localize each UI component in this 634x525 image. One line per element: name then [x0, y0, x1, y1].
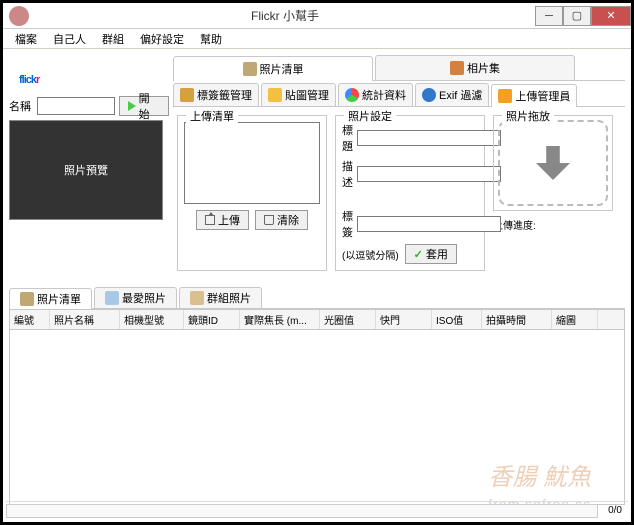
tag-input[interactable] [357, 216, 501, 232]
title-label: 標題 [342, 122, 353, 154]
col-name[interactable]: 照片名稱 [50, 310, 120, 329]
subtab-upload-mgr[interactable]: 上傳管理員 [491, 84, 577, 107]
btab-photo-list[interactable]: 照片清單 [9, 288, 92, 309]
tag-label: 標簽 [342, 208, 353, 240]
check-icon: ✓ [414, 248, 423, 261]
subtab-tag-mgr[interactable]: 標簽籤管理 [173, 83, 259, 106]
progressbar [6, 504, 598, 518]
desc-label: 描述 [342, 158, 353, 190]
col-lens[interactable]: 鏡頭ID [184, 310, 240, 329]
picture-icon [268, 88, 282, 102]
btab-favorites[interactable]: 最愛照片 [94, 287, 177, 308]
drop-zone[interactable] [498, 120, 608, 206]
menu-prefs[interactable]: 偏好設定 [134, 29, 190, 49]
subtab-stats[interactable]: 統計資料 [338, 83, 413, 106]
trash-icon [264, 215, 274, 225]
camera-icon [20, 292, 34, 306]
menu-help[interactable]: 幫助 [194, 29, 228, 49]
table-header: 編號 照片名稱 相機型號 鏡頭ID 實際焦長 (m... 光圈值 快門 ISO值… [10, 310, 624, 330]
subtab-pic-mgr[interactable]: 貼圖管理 [261, 83, 336, 106]
app-icon [9, 6, 29, 26]
photo-settings-group: 照片設定 標題 描述 標簽 (以逗號分隔) ✓套用 [335, 115, 485, 271]
titlebar: Flickr 小幫手 ─ ▢ ✕ [3, 3, 631, 29]
photo-preview: 照片預覽 [9, 120, 163, 220]
upload-list-group: 上傳清單 上傳 清除 [177, 115, 327, 271]
minimize-button[interactable]: ─ [535, 6, 563, 26]
upload-icon [205, 215, 215, 225]
btab-group-photos[interactable]: 群組照片 [179, 287, 262, 308]
drop-legend: 照片拖放 [502, 108, 554, 124]
desc-input[interactable] [357, 166, 501, 182]
apply-button[interactable]: ✓套用 [405, 244, 457, 264]
menu-file[interactable]: 檔案 [9, 29, 43, 49]
clear-button[interactable]: 清除 [255, 210, 308, 230]
play-icon [128, 101, 136, 111]
col-id[interactable]: 編號 [10, 310, 50, 329]
start-button[interactable]: 開始 [119, 96, 169, 116]
tab-photo-list[interactable]: 照片清單 [173, 56, 373, 81]
upload-list-legend: 上傳清單 [186, 108, 238, 124]
separator-note: (以逗號分隔) [342, 247, 399, 262]
col-camera[interactable]: 相機型號 [120, 310, 184, 329]
name-input[interactable] [37, 97, 115, 115]
photo-table[interactable]: 編號 照片名稱 相機型號 鏡頭ID 實際焦長 (m... 光圈值 快門 ISO值… [9, 309, 625, 505]
exif-icon [422, 88, 436, 102]
arrow-down-icon [536, 146, 570, 180]
menu-self[interactable]: 自己人 [47, 29, 92, 49]
col-time[interactable]: 拍攝時間 [482, 310, 552, 329]
col-iso[interactable]: ISO值 [432, 310, 482, 329]
close-button[interactable]: ✕ [591, 6, 631, 26]
tab-album[interactable]: 相片集 [375, 55, 575, 80]
col-aperture[interactable]: 光圈值 [320, 310, 376, 329]
title-input[interactable] [357, 130, 501, 146]
chart-icon [345, 88, 359, 102]
name-label: 名稱 [9, 98, 33, 114]
album-icon [450, 61, 464, 75]
col-focal[interactable]: 實際焦長 (m... [240, 310, 320, 329]
counter: 0/0 [602, 505, 628, 516]
camera-icon [243, 62, 257, 76]
upload-progress-label: 上傳進度: [493, 217, 613, 232]
group-icon [190, 291, 204, 305]
maximize-button[interactable]: ▢ [563, 6, 591, 26]
menu-group[interactable]: 群組 [96, 29, 130, 49]
tag-icon [180, 88, 194, 102]
upload-listbox[interactable] [184, 122, 320, 204]
drop-group: 照片拖放 [493, 115, 613, 211]
upload-button[interactable]: 上傳 [196, 210, 249, 230]
bookmark-icon [105, 291, 119, 305]
statusbar: 0/0 [6, 501, 628, 519]
col-shutter[interactable]: 快門 [376, 310, 432, 329]
upload-mgr-icon [498, 89, 512, 103]
menubar: 檔案 自己人 群組 偏好設定 幫助 [3, 29, 631, 49]
photo-settings-legend: 照片設定 [344, 108, 396, 124]
subtab-exif[interactable]: Exif 過濾 [415, 83, 489, 106]
col-thumb[interactable]: 縮圖 [552, 310, 598, 329]
window-title: Flickr 小幫手 [35, 7, 535, 24]
